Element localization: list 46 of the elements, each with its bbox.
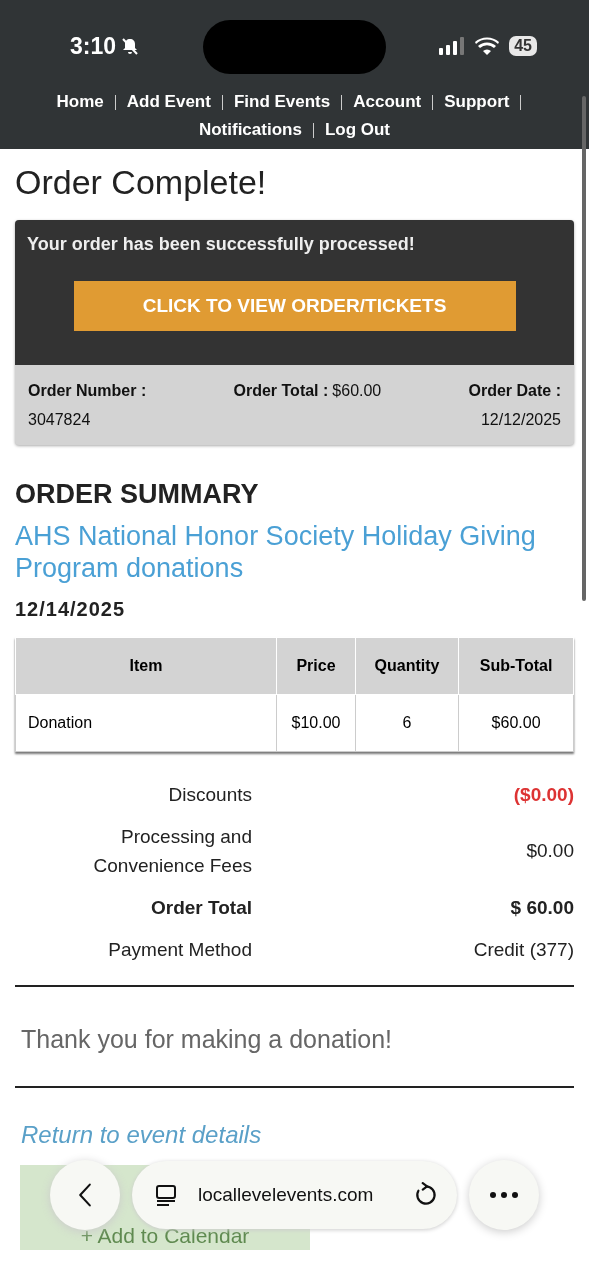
nav-link[interactable]: Add Event	[126, 92, 211, 112]
column-header: Sub-Total	[458, 637, 574, 695]
total-label: Discounts	[167, 783, 252, 807]
event-date: 12/14/2025	[15, 598, 127, 621]
order-date: 12/12/2025	[480, 411, 561, 429]
nav-link[interactable]: Support	[444, 92, 510, 112]
nav-link[interactable]: Log Out	[324, 120, 391, 140]
order-total: $60.00	[332, 382, 382, 400]
order-number: 3047824	[28, 411, 92, 429]
section-heading: ORDER SUMMARY	[15, 479, 260, 510]
column-header: Item	[15, 637, 277, 695]
battery-level: 45	[509, 36, 537, 56]
status-time: 3:10	[70, 32, 117, 60]
success-message: Your order has been successfully processed!	[27, 234, 416, 255]
page-title: Order Complete!	[15, 163, 268, 202]
thank-you-message: Thank you for making a donation!	[15, 987, 574, 1088]
total-value: Credit (377)	[472, 938, 574, 961]
total-value: $0.00	[525, 840, 574, 862]
bell-slash-icon	[120, 36, 141, 56]
table-cell: 6	[355, 694, 459, 752]
table-cell: $10.00	[276, 694, 356, 752]
table-cell: $60.00	[458, 694, 574, 752]
total-label: Payment Method	[107, 938, 252, 962]
nav-link[interactable]: Find Events	[233, 92, 331, 112]
total-label: Processing and Convenience Fees	[92, 825, 252, 878]
chevron-left-icon	[77, 1182, 93, 1208]
table-cell: Donation	[15, 694, 277, 752]
reload-icon[interactable]	[413, 1182, 439, 1208]
more-icon	[489, 1191, 519, 1199]
nav-link[interactable]: Home	[56, 92, 104, 112]
total-value: ($0.00)	[512, 783, 574, 806]
signal-icon	[439, 37, 466, 55]
address-bar[interactable]: locallevelevents.com	[132, 1161, 457, 1229]
column-header: Quantity	[355, 637, 459, 695]
page-menu-icon[interactable]	[154, 1183, 178, 1207]
total-label: Order Total	[150, 896, 252, 920]
nav-link[interactable]: Account	[353, 92, 422, 112]
event-title: AHS National Honor Society Holiday Giving Program donations	[15, 520, 537, 584]
order-total-label: Order Total :	[233, 382, 329, 400]
column-header: Price	[276, 637, 356, 695]
order-date-label: Order Date :	[468, 382, 561, 400]
wifi-icon	[475, 37, 500, 55]
order-number-label: Order Number :	[28, 382, 147, 400]
url-text: locallevelevents.com	[198, 1184, 375, 1206]
total-value: $ 60.00	[509, 896, 574, 919]
nav-link[interactable]: Notifications	[198, 120, 302, 140]
